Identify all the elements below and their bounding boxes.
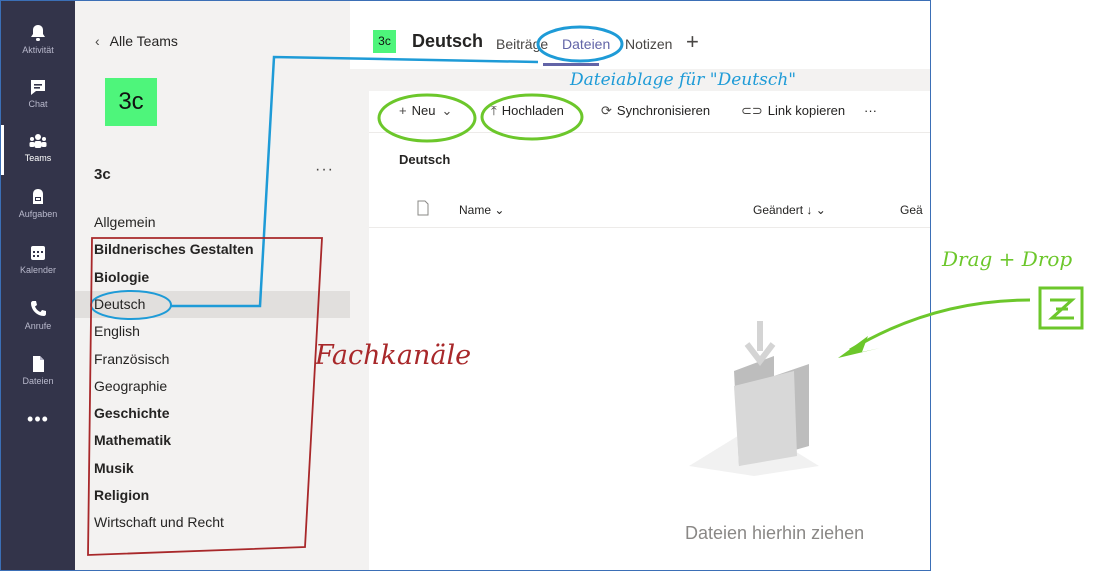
files-toolbar: + Neu ⌄ ⤒ Hochladen ⟳ Synchronisieren ⊂⊃ Link…: [369, 91, 930, 133]
channel-item[interactable]: Deutsch: [75, 291, 350, 318]
sync-button[interactable]: ⟳ Synchronisieren: [601, 103, 710, 119]
drop-zone-text: Dateien hierhin ziehen: [685, 523, 865, 543]
file-doodle-icon: [1038, 286, 1084, 330]
calendar-icon: [31, 246, 45, 260]
upload-button[interactable]: ⤒ Hochladen: [491, 103, 564, 119]
column-modified-label: Geändert: [753, 203, 804, 217]
bell-icon: [31, 25, 45, 41]
channel-title: Deutsch: [412, 31, 484, 51]
back-to-all-teams[interactable]: ‹ Alle Teams: [95, 33, 178, 49]
tab-files[interactable]: Dateien: [562, 36, 610, 52]
rail-label: Dateien: [22, 376, 54, 386]
rail-label: Teams: [24, 153, 52, 163]
rail-label: Aufgaben: [18, 209, 58, 219]
phone-icon: [31, 301, 46, 316]
sync-icon: ⟳: [601, 103, 612, 118]
back-label: Alle Teams: [109, 33, 178, 49]
channel-item[interactable]: Allgemein: [75, 209, 350, 236]
upload-label: Hochladen: [501, 103, 564, 118]
team-avatar: 3c: [105, 78, 157, 126]
chevron-down-icon: ⌄: [494, 203, 505, 217]
channel-header: 3c Deutsch Beiträge Dateien Notizen +: [350, 1, 930, 69]
copy-link-button[interactable]: ⊂⊃ Link kopieren: [741, 103, 845, 119]
rail-label: Chat: [28, 99, 48, 109]
folder-breadcrumb: Deutsch: [399, 152, 451, 167]
channel-item[interactable]: Geschichte: [75, 400, 350, 427]
channel-panel: ‹ Alle Teams 3c 3c ··· Allgemein Bildneris…: [75, 1, 350, 570]
channel-item[interactable]: Musik: [75, 455, 350, 482]
file-icon: [33, 356, 44, 372]
rail-label: Anrufe: [24, 321, 52, 331]
column-name-label: Name: [459, 203, 492, 217]
rail-item-chat[interactable]: Chat: [1, 69, 75, 123]
chevron-down-icon: ⌄: [441, 103, 453, 118]
drop-folder-illustration: [689, 321, 819, 476]
channel-avatar: 3c: [373, 30, 396, 53]
teams-icon: [29, 134, 47, 148]
assignments-icon: [33, 189, 43, 204]
rail-label: Aktivität: [22, 45, 54, 55]
add-tab-button[interactable]: +: [686, 29, 699, 55]
files-pane: + Neu ⌄ ⤒ Hochladen ⟳ Synchronisieren ⊂⊃ Link…: [369, 91, 930, 570]
column-modified-by[interactable]: Geä: [900, 203, 923, 217]
new-button[interactable]: + Neu ⌄: [399, 103, 457, 119]
channel-item[interactable]: Bildnerisches Gestalten: [75, 236, 350, 263]
new-label: Neu: [411, 103, 436, 118]
team-name: 3c: [94, 166, 111, 183]
rail-item-calls[interactable]: Anrufe: [1, 291, 75, 345]
rail-item-assignments[interactable]: Aufgaben: [1, 179, 75, 233]
app-rail: Aktivität Chat Teams Aufgaben Kalender A…: [1, 1, 75, 570]
dragdrop-annotation: Drag + Drop: [942, 247, 1073, 271]
channel-item[interactable]: Französisch: [75, 346, 350, 373]
channel-item[interactable]: English: [75, 318, 350, 345]
file-list-header: Name ⌄ Geändert ↓ ⌄ Geä: [369, 196, 930, 228]
link-icon: ⊂⊃: [741, 103, 763, 118]
channel-item[interactable]: Geographie: [75, 373, 350, 400]
rail-item-activity[interactable]: Aktivität: [1, 15, 75, 69]
sync-label: Synchronisieren: [616, 103, 711, 118]
chat-icon: [31, 80, 45, 95]
team-more-options-button[interactable]: ···: [315, 161, 334, 179]
upload-icon: ⤒: [491, 103, 497, 118]
tab-posts[interactable]: Beiträge: [496, 36, 548, 52]
active-tab-indicator: [543, 63, 599, 66]
copy-link-label: Link kopieren: [767, 103, 846, 118]
tab-notes[interactable]: Notizen: [625, 36, 672, 52]
plus-icon: +: [399, 103, 407, 118]
channel-item[interactable]: Biologie: [75, 264, 350, 291]
file-doodle-z: [1048, 298, 1076, 320]
rail-item-teams[interactable]: Teams: [1, 123, 75, 177]
rail-item-files[interactable]: Dateien: [1, 346, 75, 400]
sort-down-icon: ↓: [806, 203, 813, 217]
channels-annotation: Fachkanäle: [315, 340, 472, 371]
files-annotation: Dateiablage für "Deutsch": [570, 70, 797, 90]
column-name[interactable]: Name ⌄: [459, 203, 504, 217]
chevron-left-icon: ‹: [95, 33, 100, 49]
channel-item[interactable]: Wirtschaft und Recht: [75, 509, 350, 536]
channel-item[interactable]: Religion: [75, 482, 350, 509]
chevron-down-icon: ⌄: [815, 203, 826, 217]
more-apps-button[interactable]: •••: [1, 409, 75, 430]
channel-item[interactable]: Mathematik: [75, 427, 350, 454]
column-modified[interactable]: Geändert ↓ ⌄: [753, 203, 826, 217]
toolbar-more-button[interactable]: ···: [864, 103, 877, 118]
file-type-icon: [417, 200, 429, 219]
rail-label: Kalender: [19, 265, 57, 275]
rail-item-calendar[interactable]: Kalender: [1, 235, 75, 289]
